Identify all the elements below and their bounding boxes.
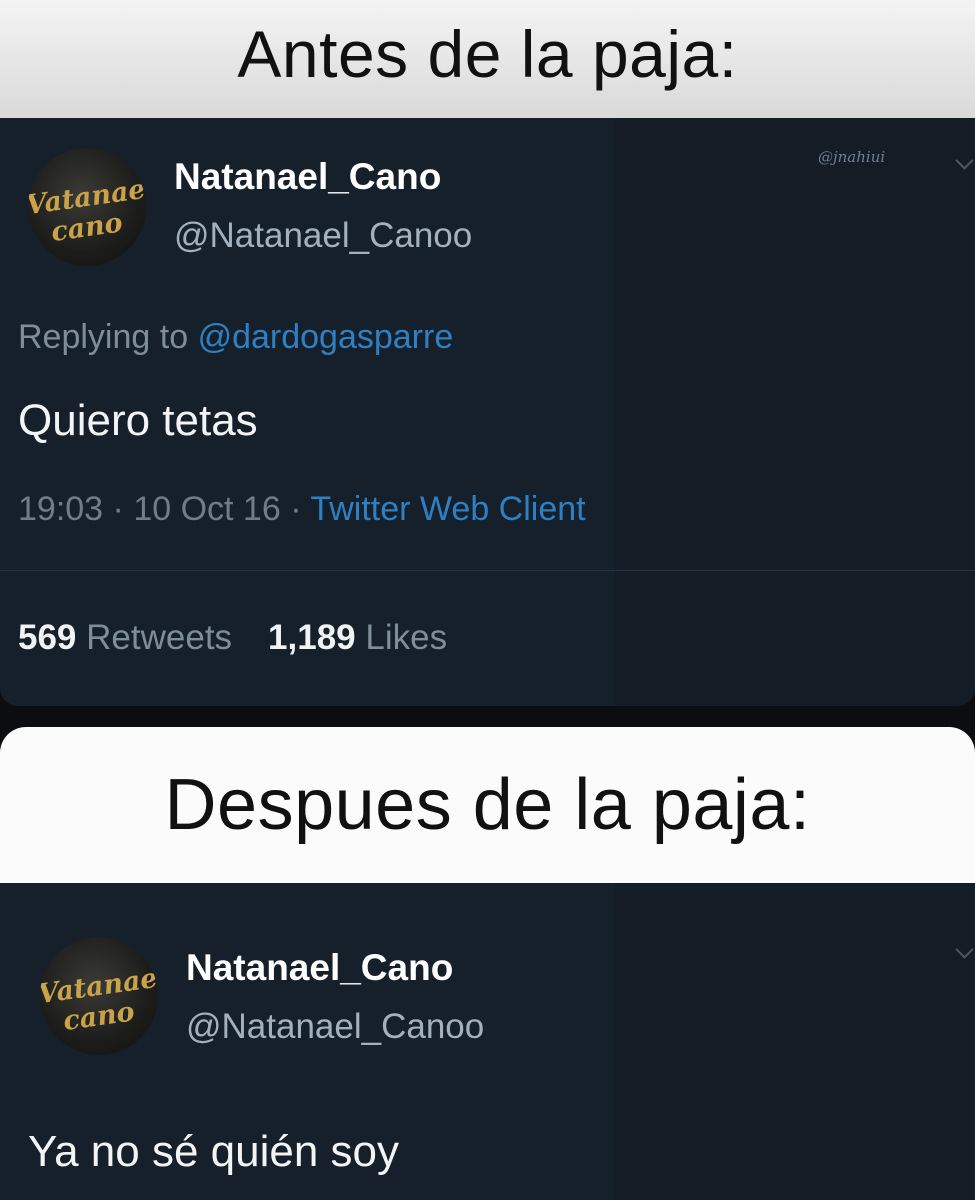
display-name[interactable]: Natanael_Cano <box>186 947 453 989</box>
natanael-cano-logo-icon: Vatanae cano <box>28 174 146 248</box>
likes-stat[interactable]: 1,189 Likes <box>268 618 447 657</box>
caption-after-text: Despues de la paja: <box>164 765 811 845</box>
caption-after: Despues de la paja: <box>0 727 975 883</box>
caption-before: Antes de la paja: <box>0 0 975 118</box>
client-link[interactable]: Twitter Web Client <box>310 490 585 528</box>
reply-mention-link[interactable]: @dardogasparre <box>198 318 454 356</box>
tweet-card-after[interactable]: Vatanae cano Natanael_Cano @Natanael_Can… <box>0 883 975 1200</box>
tweet-text: Ya no sé quién soy <box>28 1127 399 1176</box>
watermark: @jnahiui <box>818 148 886 166</box>
natanael-cano-logo-icon: Vatanae cano <box>40 963 158 1037</box>
meme-page: Antes de la paja: @jnahiui Vatanae cano … <box>0 0 975 1200</box>
meta-separator: · <box>290 490 311 528</box>
tweet-card-before[interactable]: @jnahiui Vatanae cano Natanael_Cano @Nat… <box>0 118 975 706</box>
retweets-label: Retweets <box>86 618 233 657</box>
tweet-text: Quiero tetas <box>18 396 258 445</box>
likes-label: Likes <box>365 618 448 657</box>
avatar[interactable]: Vatanae cano <box>40 937 158 1055</box>
avatar[interactable]: Vatanae cano <box>28 148 146 266</box>
replying-to-line: Replying to @dardogasparre <box>18 318 453 357</box>
user-handle[interactable]: @Natanael_Canoo <box>186 1007 484 1047</box>
retweets-count: 569 <box>18 618 77 657</box>
tweet-date[interactable]: 10 Oct 16 <box>133 490 280 528</box>
tweet-stats: 569 Retweets 1,189 Likes <box>18 618 447 658</box>
likes-count: 1,189 <box>268 618 356 657</box>
retweets-stat[interactable]: 569 Retweets <box>18 618 232 657</box>
tweet-meta: 19:03 · 10 Oct 16 · Twitter Web Client <box>18 490 586 529</box>
replying-label: Replying to <box>18 318 189 356</box>
meta-separator: · <box>112 490 134 528</box>
tweet-time[interactable]: 19:03 <box>18 490 103 528</box>
divider <box>0 570 975 571</box>
caption-before-text: Antes de la paja: <box>237 17 738 91</box>
user-handle[interactable]: @Natanael_Canoo <box>174 216 472 256</box>
display-name[interactable]: Natanael_Cano <box>174 156 441 198</box>
